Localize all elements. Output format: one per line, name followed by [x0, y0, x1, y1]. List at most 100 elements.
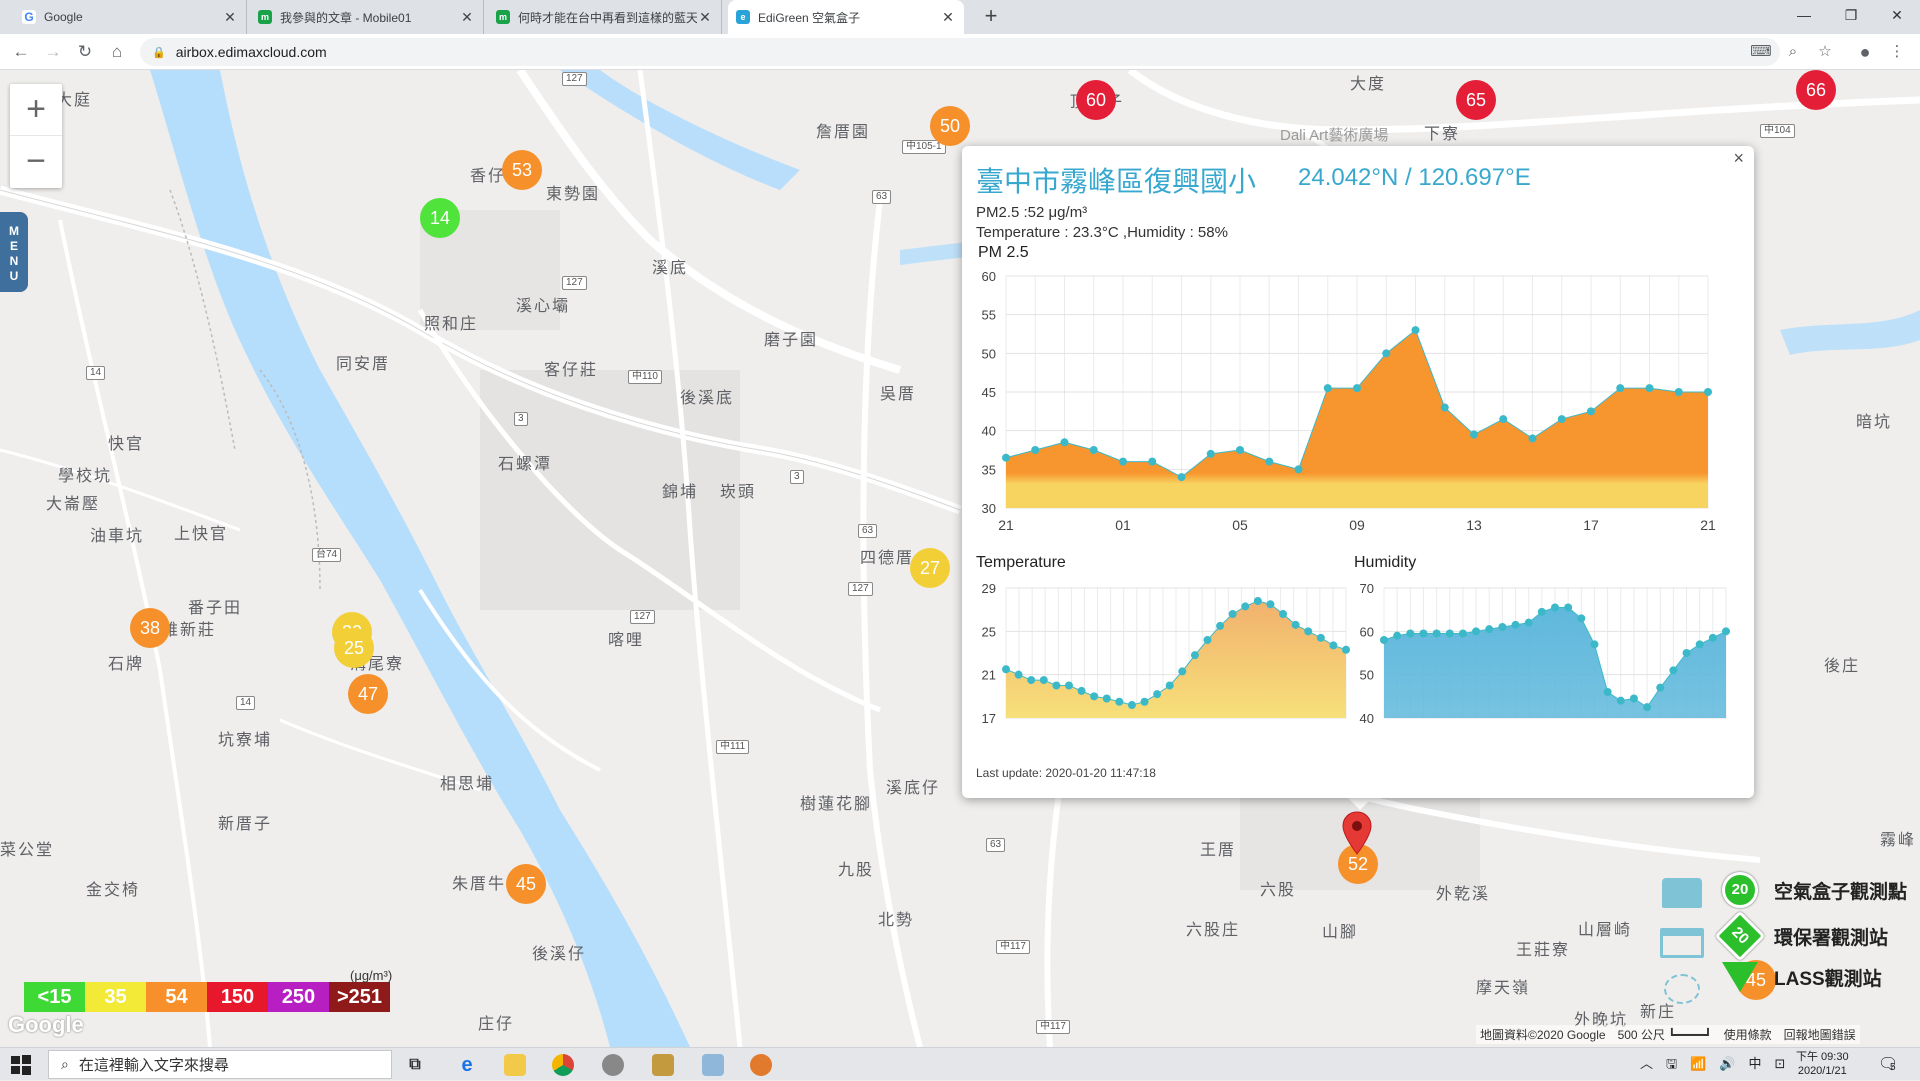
data-point — [1528, 434, 1537, 443]
windows-start-icon[interactable] — [10, 1054, 32, 1076]
place-label: 樹蓮花腳 — [800, 796, 873, 813]
system-tray[interactable]: ︿ 🖫 📶 🔊 中 ⊡ — [1640, 1048, 1785, 1081]
window-close-button[interactable]: ✕ — [1874, 0, 1920, 30]
menu-button[interactable]: MENU — [0, 212, 28, 292]
aq-marker[interactable]: 47 — [348, 674, 388, 714]
airbox-icon — [1662, 878, 1702, 908]
road-shield: 中110 — [628, 370, 662, 384]
chrome-icon[interactable] — [552, 1054, 574, 1076]
zoom-icon[interactable]: ⌕ — [1780, 39, 1806, 65]
close-icon[interactable]: ✕ — [459, 9, 475, 26]
close-icon[interactable]: ✕ — [697, 9, 713, 26]
task-view-icon[interactable]: ⧉ — [404, 1054, 426, 1076]
place-label: 庄仔 — [478, 1016, 515, 1033]
maximize-button[interactable]: ❐ — [1828, 0, 1874, 30]
data-point — [1060, 438, 1069, 447]
aq-marker[interactable]: 53 — [502, 150, 542, 190]
legend-item: 250 — [268, 982, 329, 1012]
data-point — [1323, 384, 1332, 393]
aq-marker[interactable]: 25 — [334, 628, 374, 668]
data-point — [1077, 686, 1086, 695]
map-attribution[interactable]: 地圖資料©2020 Google 500 公尺 ┗━━━━┛ 使用條款 回報地圖… — [1476, 1025, 1860, 1044]
aq-marker[interactable]: 45 — [506, 864, 546, 904]
aq-marker[interactable]: 65 — [1456, 80, 1496, 120]
app-icon[interactable] — [750, 1054, 772, 1076]
profile-icon[interactable]: ● — [1852, 39, 1878, 65]
road-shield: 63 — [858, 524, 878, 538]
data-point — [1472, 627, 1481, 636]
tab-google[interactable]: G Google ✕ — [14, 0, 247, 34]
legend-item: >251 — [329, 982, 390, 1012]
file-explorer-icon[interactable] — [504, 1054, 526, 1076]
place-label: 溪底仔 — [886, 780, 941, 797]
data-point — [1682, 649, 1691, 657]
notification-icon[interactable]: 🗨 5 — [1878, 1054, 1898, 1074]
data-point — [1153, 690, 1162, 699]
edge-icon[interactable]: e — [456, 1054, 478, 1076]
google-logo: Google — [8, 1012, 84, 1037]
data-point — [1291, 620, 1300, 629]
translate-icon[interactable]: ⌨ — [1748, 39, 1774, 65]
tab-mobile01-articles[interactable]: m 我參與的文章 - Mobile01 ✕ — [250, 0, 484, 34]
taskbar-clock[interactable]: 下午 09:30 2020/1/21 — [1796, 1050, 1849, 1078]
data-point — [1551, 603, 1559, 612]
place-label: 學校坑 — [58, 468, 113, 485]
minimize-button[interactable]: — — [1781, 0, 1827, 30]
popup-close-button[interactable]: × — [1733, 148, 1744, 169]
back-icon[interactable]: ← — [8, 39, 34, 65]
search-placeholder: 在這裡輸入文字來搜尋 — [78, 1057, 229, 1074]
forward-icon[interactable]: → — [40, 39, 66, 65]
tab-edigreen[interactable]: e EdiGreen 空氣盒子 ✕ — [728, 0, 964, 34]
home-icon[interactable]: ⌂ — [104, 39, 130, 65]
aq-marker[interactable]: 27 — [910, 548, 950, 588]
station-badge: 20 — [1722, 962, 1758, 992]
location-pin-icon[interactable] — [1341, 810, 1373, 856]
bookmark-star-icon[interactable]: ☆ — [1812, 39, 1838, 65]
data-point — [1432, 629, 1441, 638]
data-point — [1002, 665, 1010, 674]
place-label: 山層崎 — [1578, 922, 1633, 939]
aq-marker[interactable]: 38 — [130, 608, 170, 648]
place-label: 山腳 — [1322, 924, 1359, 941]
aq-marker[interactable]: 66 — [1796, 70, 1836, 110]
data-point — [1511, 620, 1520, 629]
aq-marker[interactable]: 14 — [420, 198, 460, 238]
windows-taskbar: ⌕ 在這裡輸入文字來搜尋 ⧉ e ︿ 🖫 📶 🔊 中 ⊡ 下午 09:30 20… — [0, 1047, 1920, 1080]
road-shield: 中117 — [1036, 1020, 1070, 1034]
place-label: 同安厝 — [336, 356, 391, 373]
tab-mobile01-bluesky[interactable]: m 何時才能在台中再看到這樣的藍天 ✕ — [488, 0, 722, 34]
data-point — [1329, 641, 1338, 650]
aq-marker[interactable]: 50 — [930, 106, 970, 146]
more-menu-icon[interactable]: ⋮ — [1884, 39, 1910, 65]
data-point — [1419, 629, 1428, 638]
app-icon[interactable] — [602, 1054, 624, 1076]
place-label: 九股 — [838, 862, 875, 879]
legend-item: 54 — [146, 982, 207, 1012]
app-icon[interactable] — [702, 1054, 724, 1076]
zoom-in-button[interactable]: + — [10, 84, 62, 136]
place-label: 新庄 — [1640, 1004, 1677, 1021]
data-point — [1178, 667, 1187, 676]
data-point — [1265, 457, 1274, 466]
data-point — [1616, 384, 1625, 393]
y-tick-label: 40 — [982, 424, 996, 439]
place-label: Dali Art藝術廣場 — [1280, 127, 1389, 144]
x-tick-label: 21 — [1700, 517, 1716, 532]
close-icon[interactable]: ✕ — [940, 9, 956, 26]
taskbar-search-box[interactable]: ⌕ 在這裡輸入文字來搜尋 — [48, 1050, 392, 1079]
station-legend-label: 環保署觀測站 — [1774, 927, 1889, 949]
data-point — [1027, 676, 1036, 685]
app-icon[interactable] — [652, 1054, 674, 1076]
data-point — [1669, 666, 1678, 675]
aq-marker[interactable]: 60 — [1076, 80, 1116, 120]
road-shield: 14 — [86, 366, 106, 380]
new-tab-button[interactable]: + — [978, 4, 1004, 30]
reload-icon[interactable]: ↻ — [72, 39, 98, 65]
address-bar[interactable]: 🔒 airbox.edimaxcloud.com — [140, 38, 1780, 66]
data-point — [1629, 694, 1638, 703]
zoom-out-button[interactable]: − — [10, 136, 62, 188]
y-tick-label: 60 — [1360, 624, 1374, 639]
station-name: 臺中市霧峰區復興國小 — [976, 166, 1257, 197]
close-icon[interactable]: ✕ — [222, 9, 238, 26]
data-point — [1590, 640, 1599, 649]
